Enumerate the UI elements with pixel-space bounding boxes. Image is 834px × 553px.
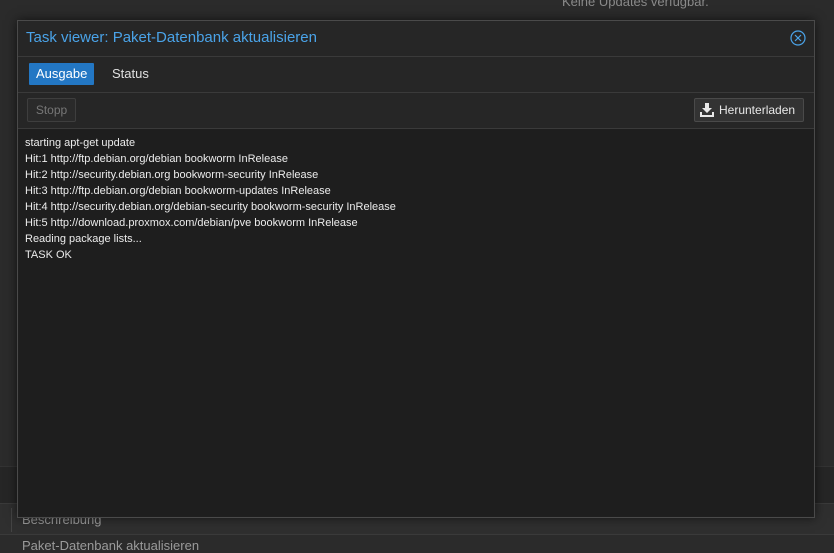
tab-status[interactable]: Status bbox=[105, 63, 156, 85]
download-button[interactable]: Herunterladen bbox=[694, 98, 804, 122]
task-viewer-window: Task viewer: Paket-Datenbank aktualisier… bbox=[17, 20, 815, 518]
log-line: starting apt-get update bbox=[25, 137, 136, 149]
task-output-log[interactable]: starting apt-get update Hit:1 http://ftp… bbox=[19, 129, 813, 516]
log-line: Reading package lists... bbox=[25, 233, 142, 245]
window-titlebar[interactable]: Task viewer: Paket-Datenbank aktualisier… bbox=[18, 21, 814, 57]
close-icon[interactable] bbox=[790, 30, 806, 46]
log-line: Hit:3 http://ftp.debian.org/debian bookw… bbox=[25, 185, 331, 197]
log-line: Hit:5 http://download.proxmox.com/debian… bbox=[25, 217, 358, 229]
background-grid-row[interactable]: Paket-Datenbank aktualisieren bbox=[22, 538, 199, 553]
download-button-label: Herunterladen bbox=[719, 103, 796, 117]
download-icon bbox=[700, 103, 714, 117]
stop-button[interactable]: Stopp bbox=[27, 98, 76, 122]
background-status-text: Keine Updates verfügbar. bbox=[562, 0, 709, 9]
tab-output[interactable]: Ausgabe bbox=[29, 63, 95, 85]
toolbar: Stopp Herunterladen bbox=[18, 93, 814, 129]
log-line: Hit:4 http://security.debian.org/debian-… bbox=[25, 201, 396, 213]
column-separator bbox=[11, 508, 12, 532]
window-title: Task viewer: Paket-Datenbank aktualisier… bbox=[26, 29, 317, 46]
tab-bar: Ausgabe Status bbox=[18, 57, 814, 93]
log-line: Hit:1 http://ftp.debian.org/debian bookw… bbox=[25, 153, 288, 165]
log-line: TASK OK bbox=[25, 249, 72, 261]
log-line: Hit:2 http://security.debian.org bookwor… bbox=[25, 169, 319, 181]
